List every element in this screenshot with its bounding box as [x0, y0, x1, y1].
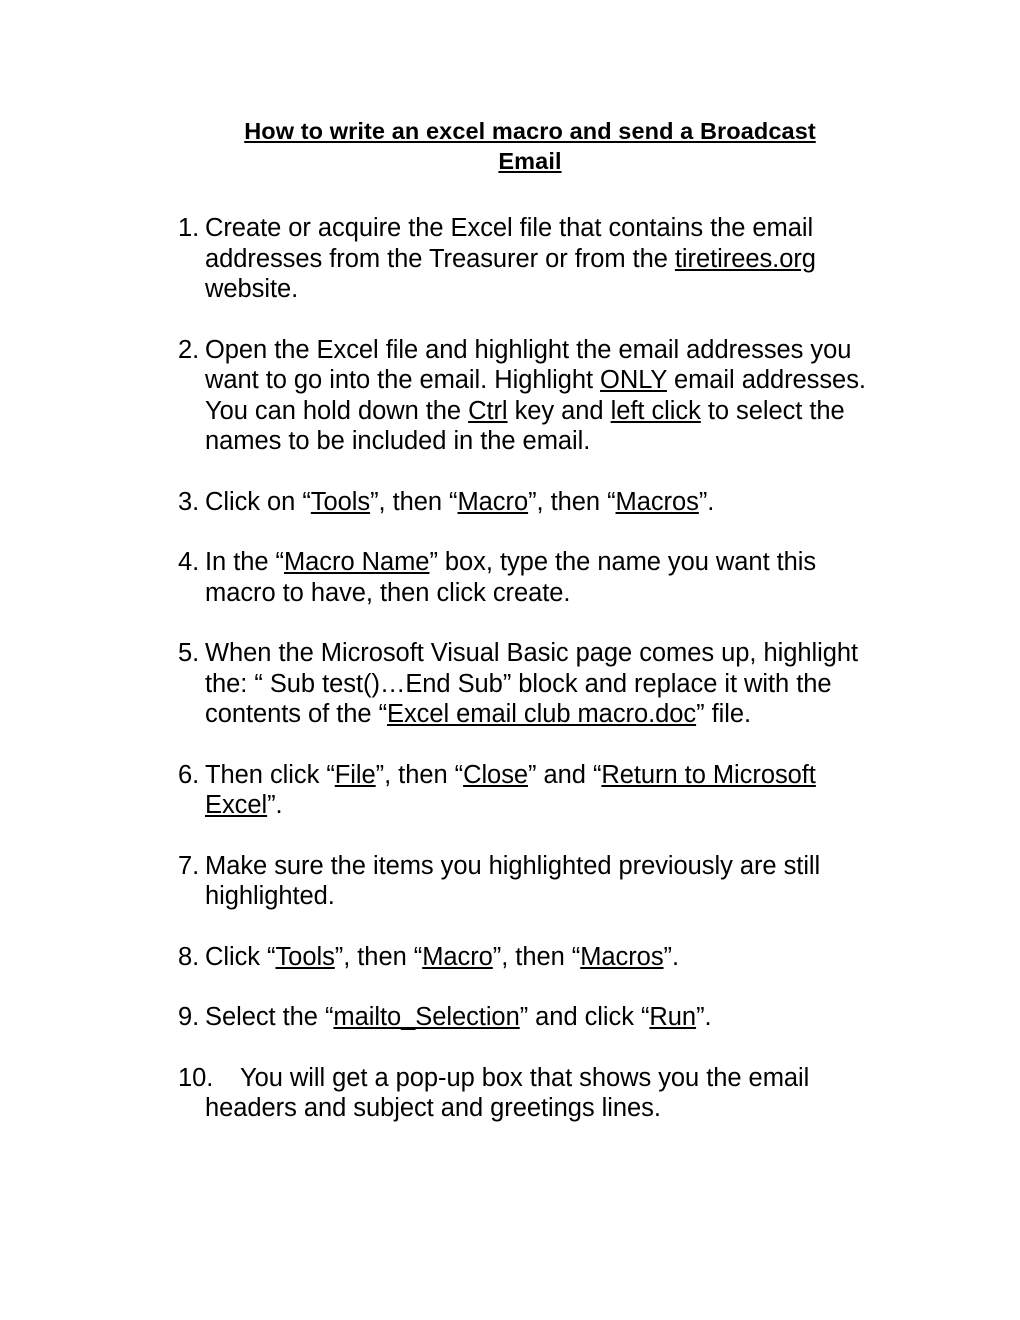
instruction-list: 1. Create or acquire the Excel file that … [178, 213, 878, 1124]
text-run: Make sure the items you highlighted prev… [205, 851, 821, 911]
text-run: ”, then “ [370, 487, 458, 516]
list-item: 2. Open the Excel file and highlight the … [178, 335, 878, 457]
underlined-term: Macro Name [283, 548, 430, 576]
list-item-number: 5. [178, 639, 200, 667]
list-item-number: 9. [178, 1003, 200, 1031]
list-item-number: 3. [178, 487, 200, 516]
underlined-term: ONLY [600, 366, 667, 394]
list-item-text: Create or acquire the Excel file that co… [205, 213, 878, 305]
list-item-number: 4. [178, 548, 200, 576]
list-item-text: When the Microsoft Visual Basic page com… [205, 638, 878, 730]
underlined-term: Macros [580, 942, 664, 971]
text-run: ”. [696, 1003, 712, 1031]
document-page: How to write an excel macro and send a B… [0, 0, 1020, 1320]
text-run: website. [205, 275, 299, 303]
text-run: ” file. [696, 700, 752, 728]
underlined-term: tiretirees.org [674, 244, 816, 273]
list-item: 9. Select the “mailto_Selection” and clic… [178, 1002, 878, 1033]
text-run: Click “ [205, 942, 276, 971]
list-item-number: 6. [178, 760, 200, 789]
list-item-text: Select the “mailto_Selection” and click … [205, 1002, 878, 1033]
text-run: ”, then “ [375, 760, 464, 789]
text-run: In the “ [205, 548, 284, 576]
text-run: ” and “ [528, 760, 602, 789]
text-run: ”, then “ [334, 942, 423, 971]
underlined-term: Tools [310, 487, 371, 516]
underlined-term: Tools [275, 942, 335, 971]
underlined-term: Macro [457, 487, 529, 516]
list-item-text: Click “Tools”, then “Macro”, then “Macro… [205, 942, 878, 973]
underlined-term: Macros [615, 487, 699, 516]
list-item-number: 7. [178, 851, 200, 880]
underlined-term: Run [649, 1003, 697, 1031]
text-run: ”. [698, 487, 715, 516]
list-item: 1. Create or acquire the Excel file that … [178, 213, 878, 305]
list-item-number: 1. [178, 214, 200, 242]
list-item: 7. Make sure the items you highlighted pr… [178, 851, 878, 912]
text-run: ”, then “ [492, 942, 581, 971]
list-item: 8. Click “Tools”, then “Macro”, then “Mac… [178, 942, 878, 973]
text-run: ”. [663, 942, 680, 971]
underlined-term: File [334, 760, 376, 789]
underlined-term: Close [463, 760, 529, 789]
list-item-text: Open the Excel file and highlight the em… [205, 335, 878, 457]
list-item: 10. You will get a pop-up box that shows … [178, 1063, 878, 1124]
underlined-term: Macro [422, 942, 493, 971]
list-item: 4. In the “Macro Name” box, type the name… [178, 547, 878, 608]
list-item: 5. When the Microsoft Visual Basic page c… [178, 638, 878, 730]
text-run: You will get a pop-up box that shows you… [205, 1063, 810, 1123]
text-run: Select the “ [205, 1003, 334, 1031]
underlined-term: left click [610, 396, 701, 425]
list-item: 6. Then click “File”, then “Close” and “R… [178, 760, 878, 821]
list-item-number: 2. [178, 335, 200, 364]
text-run: ” and click “ [519, 1003, 650, 1031]
text-run: Then click “ [205, 760, 335, 789]
page-title-line-1: How to write an excel macro and send a B… [244, 118, 816, 144]
underlined-term: Ctrl [468, 396, 508, 425]
text-run: ”. [267, 791, 283, 819]
text-run: key and [507, 396, 611, 425]
list-item-text: In the “Macro Name” box, type the name y… [205, 547, 878, 608]
list-item-text: Make sure the items you highlighted prev… [205, 851, 878, 912]
list-item-text: You will get a pop-up box that shows you… [205, 1063, 878, 1124]
list-item: 3. Click on “Tools”, then “Macro”, then “… [178, 487, 878, 518]
underlined-term: Excel email club macro.doc [387, 700, 697, 728]
text-run: ”, then “ [528, 487, 616, 516]
list-item-number: 8. [178, 942, 200, 971]
page-title: How to write an excel macro and send a B… [190, 116, 870, 176]
list-item-number: 10. [178, 1063, 214, 1092]
text-run: Click on “ [205, 487, 311, 516]
list-item-text: Click on “Tools”, then “Macro”, then “Ma… [205, 487, 878, 518]
list-item-text: Then click “File”, then “Close” and “Ret… [205, 760, 878, 821]
page-title-line-2: Email [498, 148, 562, 174]
underlined-term: mailto_Selection [333, 1003, 520, 1031]
